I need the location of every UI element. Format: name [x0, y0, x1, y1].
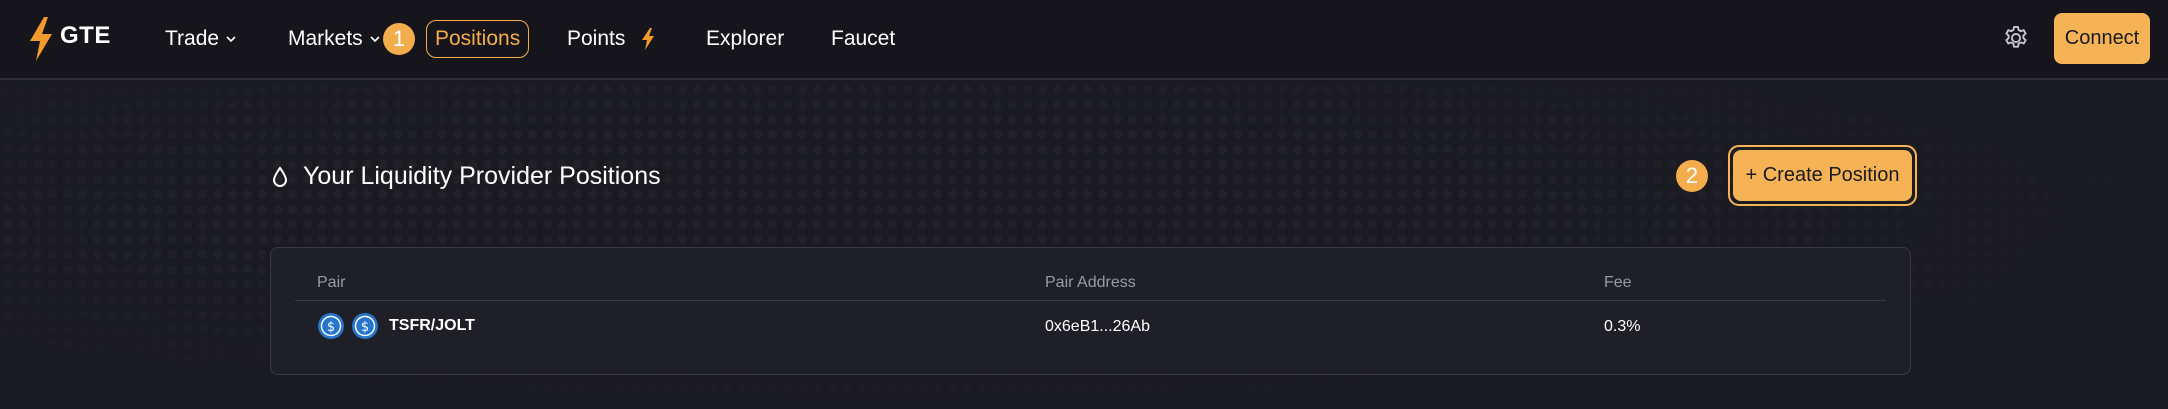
nav-faucet-label: Faucet [831, 27, 896, 50]
nav-markets-label: Markets [288, 27, 363, 50]
header-divider [295, 300, 1886, 301]
section-heading: Your Liquidity Provider Positions [271, 162, 661, 191]
droplet-icon [272, 165, 288, 187]
bolt-icon [642, 28, 655, 50]
page-title: Your Liquidity Provider Positions [303, 162, 661, 190]
nav-positions-label: Positions [435, 27, 521, 50]
logo-text: GTE [60, 22, 111, 49]
annotation-badge-1: 1 [383, 23, 415, 55]
svg-text:$: $ [327, 320, 335, 335]
top-navigation-bar: GTE Trade Markets 1 Positions Points Exp… [0, 0, 2168, 80]
nav-points-label: Points [567, 27, 626, 50]
gear-icon[interactable] [2002, 24, 2030, 52]
connect-button[interactable]: Connect [2054, 13, 2150, 64]
nav-faucet[interactable]: Faucet [831, 25, 895, 53]
nav-trade[interactable]: Trade [165, 25, 237, 53]
nav-explorer[interactable]: Explorer [706, 25, 784, 53]
pair-address: 0x6eB1...26Ab [1045, 318, 1150, 335]
create-position-button-focus-ring: + Create Position [1728, 145, 1917, 206]
pair-fee: 0.3% [1604, 318, 1641, 335]
svg-text:$: $ [361, 320, 369, 335]
nav-markets[interactable]: Markets [288, 25, 381, 53]
pair-name: TSFR/JOLT [389, 317, 475, 334]
bolt-logo-icon [30, 17, 52, 61]
create-position-button[interactable]: + Create Position [1733, 150, 1912, 201]
usdc-coin-icon: $ [352, 313, 378, 339]
nav-trade-label: Trade [165, 27, 220, 50]
positions-table: Pair Pair Address Fee $ $ TSFR/JOLT 0x6e… [270, 247, 1911, 375]
column-header-pair-address: Pair Address [1045, 274, 1136, 291]
usdc-coin-icon: $ [318, 313, 344, 339]
nav-explorer-label: Explorer [706, 27, 785, 50]
column-header-fee: Fee [1604, 274, 1632, 291]
nav-positions[interactable]: Positions [426, 20, 530, 58]
chevron-down-icon [370, 36, 380, 43]
logo[interactable] [28, 17, 54, 61]
chevron-down-icon [226, 36, 236, 43]
table-row-pair-cell[interactable]: $ $ TSFR/JOLT [317, 312, 475, 340]
nav-points[interactable]: Points [567, 25, 655, 53]
annotation-badge-2: 2 [1676, 160, 1708, 192]
app-page: GTE Trade Markets 1 Positions Points Exp… [0, 0, 2168, 409]
column-header-pair: Pair [317, 274, 346, 291]
